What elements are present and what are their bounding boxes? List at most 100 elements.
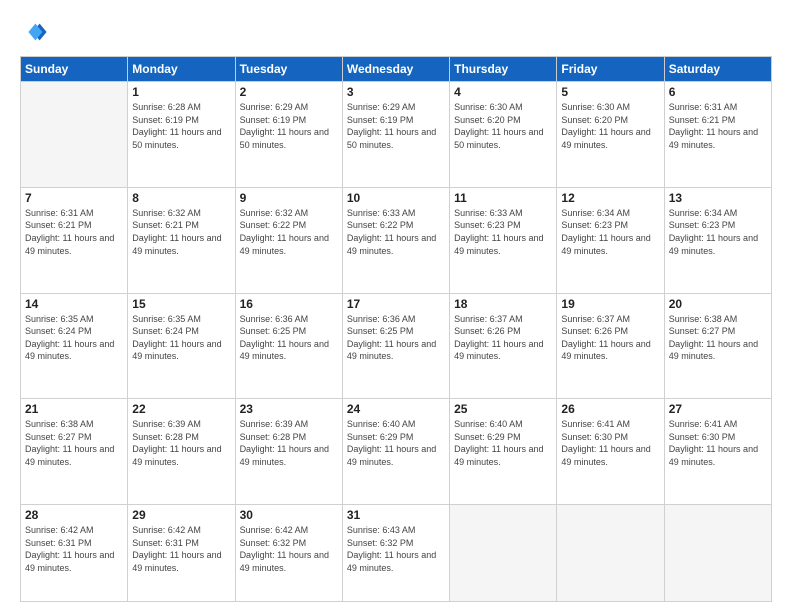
day-info: Sunrise: 6:31 AM Sunset: 6:21 PM Dayligh… bbox=[25, 207, 123, 257]
calendar-day-cell: 21 Sunrise: 6:38 AM Sunset: 6:27 PM Dayli… bbox=[21, 399, 128, 505]
day-number: 23 bbox=[240, 402, 338, 416]
day-number: 15 bbox=[132, 297, 230, 311]
day-info: Sunrise: 6:42 AM Sunset: 6:32 PM Dayligh… bbox=[240, 524, 338, 574]
day-number: 6 bbox=[669, 85, 767, 99]
calendar-day-cell: 3 Sunrise: 6:29 AM Sunset: 6:19 PM Daylig… bbox=[342, 82, 449, 188]
calendar-day-cell: 8 Sunrise: 6:32 AM Sunset: 6:21 PM Daylig… bbox=[128, 187, 235, 293]
calendar-day-cell: 4Sunrise: 6:30 AM Sunset: 6:20 PM Daylig… bbox=[450, 82, 557, 188]
calendar-day-cell: 23 Sunrise: 6:39 AM Sunset: 6:28 PM Dayli… bbox=[235, 399, 342, 505]
day-info: Sunrise: 6:40 AM Sunset: 6:29 PM Dayligh… bbox=[347, 418, 445, 468]
day-info: Sunrise: 6:38 AM Sunset: 6:27 PM Dayligh… bbox=[25, 418, 123, 468]
calendar-day-cell: 28 Sunrise: 6:42 AM Sunset: 6:31 PM Dayli… bbox=[21, 505, 128, 602]
day-info: Sunrise: 6:31 AM Sunset: 6:21 PM Dayligh… bbox=[669, 101, 767, 151]
calendar-day-cell: 1 Sunrise: 6:28 AM Sunset: 6:19 PM Daylig… bbox=[128, 82, 235, 188]
day-number: 10 bbox=[347, 191, 445, 205]
calendar-day-cell: 6 Sunrise: 6:31 AM Sunset: 6:21 PM Daylig… bbox=[664, 82, 771, 188]
day-number: 31 bbox=[347, 508, 445, 522]
day-number: 8 bbox=[132, 191, 230, 205]
day-number: 22 bbox=[132, 402, 230, 416]
day-info: Sunrise: 6:37 AM Sunset: 6:26 PM Dayligh… bbox=[561, 313, 659, 363]
calendar-day-cell: 17 Sunrise: 6:36 AM Sunset: 6:25 PM Dayli… bbox=[342, 293, 449, 399]
day-info: Sunrise: 6:28 AM Sunset: 6:19 PM Dayligh… bbox=[132, 101, 230, 151]
calendar-day-cell: 26 Sunrise: 6:41 AM Sunset: 6:30 PM Dayli… bbox=[557, 399, 664, 505]
day-number: 18 bbox=[454, 297, 552, 311]
day-info: Sunrise: 6:32 AM Sunset: 6:21 PM Dayligh… bbox=[132, 207, 230, 257]
calendar-day-cell: 22Sunrise: 6:39 AM Sunset: 6:28 PM Dayli… bbox=[128, 399, 235, 505]
calendar-week-row: 21 Sunrise: 6:38 AM Sunset: 6:27 PM Dayli… bbox=[21, 399, 772, 505]
calendar-header-tuesday: Tuesday bbox=[235, 57, 342, 82]
day-number: 7 bbox=[25, 191, 123, 205]
day-info: Sunrise: 6:42 AM Sunset: 6:31 PM Dayligh… bbox=[25, 524, 123, 574]
calendar-header-monday: Monday bbox=[128, 57, 235, 82]
day-info: Sunrise: 6:35 AM Sunset: 6:24 PM Dayligh… bbox=[25, 313, 123, 363]
day-number: 2 bbox=[240, 85, 338, 99]
day-info: Sunrise: 6:40 AM Sunset: 6:29 PM Dayligh… bbox=[454, 418, 552, 468]
calendar-day-cell: 25 Sunrise: 6:40 AM Sunset: 6:29 PM Dayli… bbox=[450, 399, 557, 505]
logo bbox=[20, 18, 50, 46]
day-number: 1 bbox=[132, 85, 230, 99]
day-number: 5 bbox=[561, 85, 659, 99]
calendar-day-cell: 19 Sunrise: 6:37 AM Sunset: 6:26 PM Dayli… bbox=[557, 293, 664, 399]
calendar-header-row: SundayMondayTuesdayWednesdayThursdayFrid… bbox=[21, 57, 772, 82]
day-info: Sunrise: 6:33 AM Sunset: 6:22 PM Dayligh… bbox=[347, 207, 445, 257]
day-number: 17 bbox=[347, 297, 445, 311]
header bbox=[20, 18, 772, 46]
day-info: Sunrise: 6:34 AM Sunset: 6:23 PM Dayligh… bbox=[561, 207, 659, 257]
calendar-day-cell bbox=[450, 505, 557, 602]
day-number: 27 bbox=[669, 402, 767, 416]
day-number: 28 bbox=[25, 508, 123, 522]
calendar-day-cell: 12 Sunrise: 6:34 AM Sunset: 6:23 PM Dayli… bbox=[557, 187, 664, 293]
calendar-week-row: 1 Sunrise: 6:28 AM Sunset: 6:19 PM Daylig… bbox=[21, 82, 772, 188]
calendar-week-row: 28 Sunrise: 6:42 AM Sunset: 6:31 PM Dayli… bbox=[21, 505, 772, 602]
day-info: Sunrise: 6:43 AM Sunset: 6:32 PM Dayligh… bbox=[347, 524, 445, 574]
calendar-day-cell: 18 Sunrise: 6:37 AM Sunset: 6:26 PM Dayli… bbox=[450, 293, 557, 399]
day-number: 12 bbox=[561, 191, 659, 205]
day-number: 14 bbox=[25, 297, 123, 311]
calendar-day-cell bbox=[664, 505, 771, 602]
day-number: 3 bbox=[347, 85, 445, 99]
calendar-day-cell: 31 Sunrise: 6:43 AM Sunset: 6:32 PM Dayli… bbox=[342, 505, 449, 602]
day-info: Sunrise: 6:32 AM Sunset: 6:22 PM Dayligh… bbox=[240, 207, 338, 257]
calendar-header-saturday: Saturday bbox=[664, 57, 771, 82]
day-number: 11 bbox=[454, 191, 552, 205]
day-info: Sunrise: 6:41 AM Sunset: 6:30 PM Dayligh… bbox=[561, 418, 659, 468]
day-info: Sunrise: 6:36 AM Sunset: 6:25 PM Dayligh… bbox=[347, 313, 445, 363]
calendar-day-cell: 7 Sunrise: 6:31 AM Sunset: 6:21 PM Daylig… bbox=[21, 187, 128, 293]
day-info: Sunrise: 6:29 AM Sunset: 6:19 PM Dayligh… bbox=[347, 101, 445, 151]
day-number: 9 bbox=[240, 191, 338, 205]
day-number: 24 bbox=[347, 402, 445, 416]
day-info: Sunrise: 6:37 AM Sunset: 6:26 PM Dayligh… bbox=[454, 313, 552, 363]
day-info: Sunrise: 6:42 AM Sunset: 6:31 PM Dayligh… bbox=[132, 524, 230, 574]
day-info: Sunrise: 6:39 AM Sunset: 6:28 PM Dayligh… bbox=[240, 418, 338, 468]
day-info: Sunrise: 6:36 AM Sunset: 6:25 PM Dayligh… bbox=[240, 313, 338, 363]
calendar-day-cell bbox=[21, 82, 128, 188]
calendar-day-cell: 15Sunrise: 6:35 AM Sunset: 6:24 PM Dayli… bbox=[128, 293, 235, 399]
calendar-day-cell: 29Sunrise: 6:42 AM Sunset: 6:31 PM Dayli… bbox=[128, 505, 235, 602]
day-number: 20 bbox=[669, 297, 767, 311]
calendar-day-cell: 9 Sunrise: 6:32 AM Sunset: 6:22 PM Daylig… bbox=[235, 187, 342, 293]
day-number: 13 bbox=[669, 191, 767, 205]
calendar-day-cell: 14 Sunrise: 6:35 AM Sunset: 6:24 PM Dayli… bbox=[21, 293, 128, 399]
day-number: 26 bbox=[561, 402, 659, 416]
day-info: Sunrise: 6:38 AM Sunset: 6:27 PM Dayligh… bbox=[669, 313, 767, 363]
calendar-day-cell: 27 Sunrise: 6:41 AM Sunset: 6:30 PM Dayli… bbox=[664, 399, 771, 505]
calendar-day-cell: 11 Sunrise: 6:33 AM Sunset: 6:23 PM Dayli… bbox=[450, 187, 557, 293]
day-info: Sunrise: 6:41 AM Sunset: 6:30 PM Dayligh… bbox=[669, 418, 767, 468]
calendar-day-cell: 2Sunrise: 6:29 AM Sunset: 6:19 PM Daylig… bbox=[235, 82, 342, 188]
calendar-day-cell: 10 Sunrise: 6:33 AM Sunset: 6:22 PM Dayli… bbox=[342, 187, 449, 293]
calendar-week-row: 14 Sunrise: 6:35 AM Sunset: 6:24 PM Dayli… bbox=[21, 293, 772, 399]
calendar-day-cell: 16Sunrise: 6:36 AM Sunset: 6:25 PM Dayli… bbox=[235, 293, 342, 399]
calendar-header-wednesday: Wednesday bbox=[342, 57, 449, 82]
day-info: Sunrise: 6:34 AM Sunset: 6:23 PM Dayligh… bbox=[669, 207, 767, 257]
calendar-day-cell bbox=[557, 505, 664, 602]
calendar-day-cell: 24 Sunrise: 6:40 AM Sunset: 6:29 PM Dayli… bbox=[342, 399, 449, 505]
page: SundayMondayTuesdayWednesdayThursdayFrid… bbox=[0, 0, 792, 612]
calendar-header-friday: Friday bbox=[557, 57, 664, 82]
calendar-header-sunday: Sunday bbox=[21, 57, 128, 82]
day-number: 21 bbox=[25, 402, 123, 416]
calendar-week-row: 7 Sunrise: 6:31 AM Sunset: 6:21 PM Daylig… bbox=[21, 187, 772, 293]
calendar-day-cell: 20 Sunrise: 6:38 AM Sunset: 6:27 PM Dayli… bbox=[664, 293, 771, 399]
day-number: 25 bbox=[454, 402, 552, 416]
day-number: 19 bbox=[561, 297, 659, 311]
day-info: Sunrise: 6:33 AM Sunset: 6:23 PM Dayligh… bbox=[454, 207, 552, 257]
